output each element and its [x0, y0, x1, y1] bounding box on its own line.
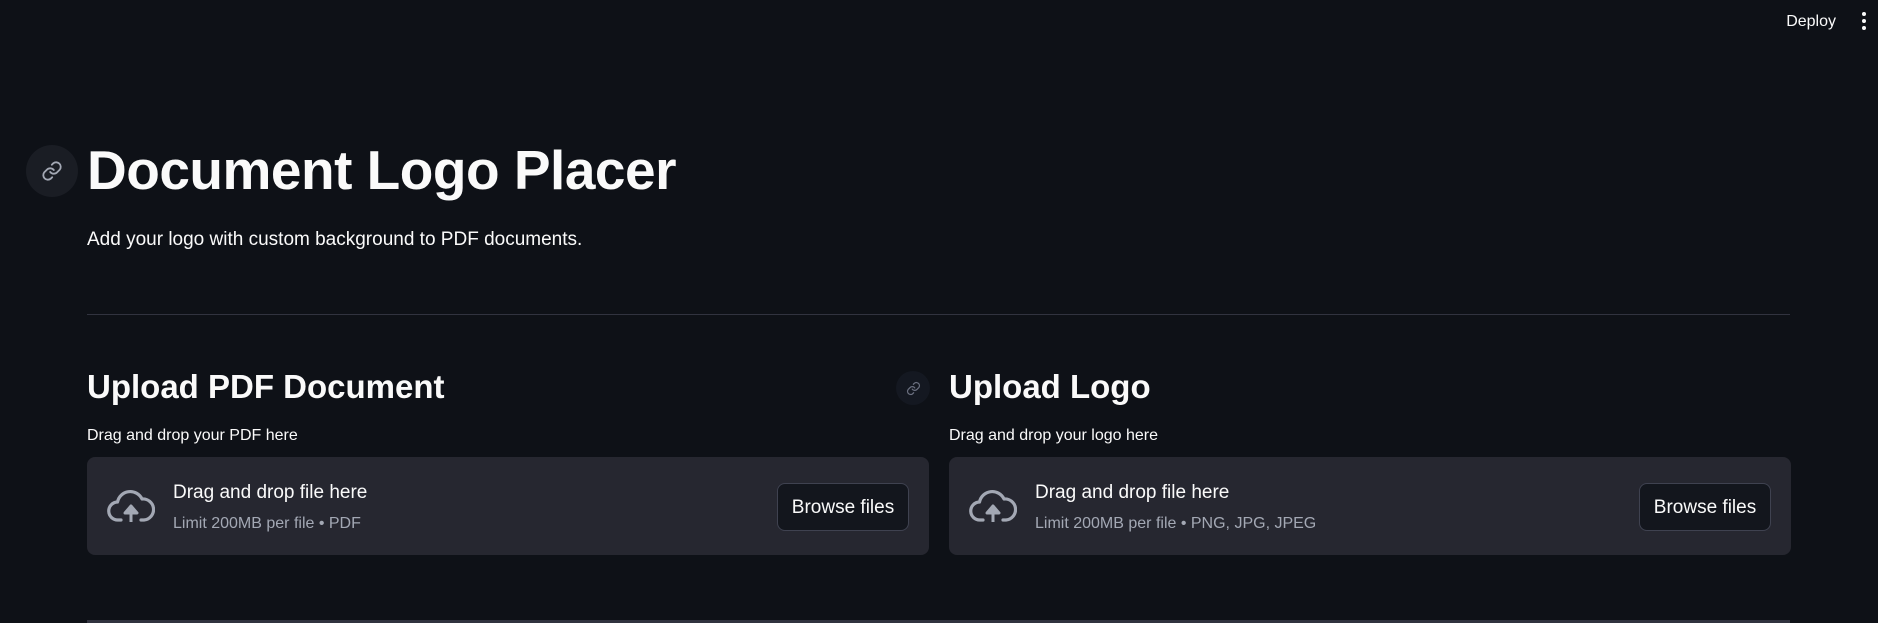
- divider: [87, 314, 1790, 315]
- deploy-button[interactable]: Deploy: [1786, 10, 1836, 34]
- section-heading: Upload PDF Document: [87, 368, 445, 405]
- dropzone-limit: Limit 200MB per file • PDF: [173, 515, 361, 532]
- page-title: Document Logo Placer: [87, 139, 676, 201]
- logo-dropzone[interactable]: Drag and drop file here Limit 200MB per …: [949, 457, 1791, 555]
- section-heading: Upload Logo: [949, 368, 1151, 405]
- browse-files-button[interactable]: Browse files: [1639, 483, 1771, 531]
- cloud-upload-icon: [107, 489, 155, 522]
- uploader-label: Drag and drop your logo here: [949, 427, 1159, 444]
- uploader-label: Drag and drop your PDF here: [87, 427, 298, 444]
- top-bar: Deploy: [0, 0, 1878, 44]
- browse-files-button[interactable]: Browse files: [777, 483, 909, 531]
- dropzone-instructions: Drag and drop file here: [1035, 482, 1230, 503]
- page-subtitle: Add your logo with custom background to …: [87, 229, 583, 250]
- more-vertical-icon[interactable]: [1858, 12, 1870, 34]
- pdf-upload-section: Upload PDF Document Drag and drop your P…: [87, 360, 929, 555]
- cloud-upload-icon: [969, 489, 1017, 522]
- dropzone-instructions: Drag and drop file here: [173, 482, 368, 503]
- pdf-dropzone[interactable]: Drag and drop file here Limit 200MB per …: [87, 457, 929, 555]
- logo-upload-section: Upload Logo Drag and drop your logo here…: [949, 360, 1791, 555]
- link-icon[interactable]: [26, 145, 78, 197]
- dropzone-limit: Limit 200MB per file • PNG, JPG, JPEG: [1035, 515, 1317, 532]
